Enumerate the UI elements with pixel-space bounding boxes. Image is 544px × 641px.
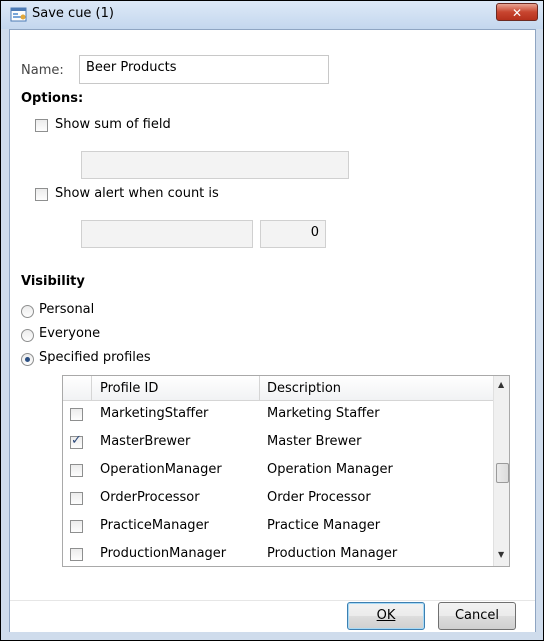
close-button[interactable]: ✕ xyxy=(496,3,538,21)
profile-id: ProductionManager xyxy=(100,546,227,561)
cancel-button-label: Cancel xyxy=(454,608,500,623)
profile-id: MasterBrewer xyxy=(100,434,191,449)
radio-everyone[interactable] xyxy=(21,329,34,342)
profiles-grid: Profile ID Description MarketingStaffer … xyxy=(62,375,510,567)
row-checkbox[interactable]: ✓ xyxy=(70,433,83,449)
dialog-footer: OK Cancel xyxy=(10,600,535,632)
table-row[interactable]: OrderProcessor Order Processor xyxy=(63,484,493,512)
radio-personal[interactable] xyxy=(21,305,34,318)
radio-specified-profiles-label[interactable]: Specified profiles xyxy=(39,350,151,365)
title-bar[interactable]: Save cue (1) ✕ xyxy=(1,1,543,29)
column-separator xyxy=(259,376,260,400)
profile-description: Marketing Staffer xyxy=(267,406,380,421)
show-alert-checkbox[interactable] xyxy=(35,188,48,201)
sum-field-input[interactable] xyxy=(81,151,349,179)
cancel-button[interactable]: Cancel xyxy=(438,602,516,630)
table-row[interactable]: ProductionManager Production Manager xyxy=(63,540,493,566)
row-checkbox[interactable] xyxy=(70,464,83,477)
show-alert-label[interactable]: Show alert when count is xyxy=(55,186,219,201)
show-sum-label[interactable]: Show sum of field xyxy=(55,117,171,132)
table-row[interactable]: OperationManager Operation Manager xyxy=(63,456,493,484)
window-title: Save cue (1) xyxy=(32,6,114,21)
chevron-down-icon[interactable]: ▼ xyxy=(498,550,504,559)
profile-description: Practice Manager xyxy=(267,518,381,533)
form-icon xyxy=(10,7,27,22)
options-heading: Options: xyxy=(21,91,84,106)
chevron-up-icon[interactable]: ▲ xyxy=(498,380,504,389)
row-checkbox[interactable] xyxy=(70,520,83,533)
column-header-description[interactable]: Description xyxy=(267,381,341,396)
name-label: Name: xyxy=(21,63,64,78)
profile-description: Operation Manager xyxy=(267,462,393,477)
column-separator xyxy=(91,376,92,400)
save-cue-dialog: Save cue (1) ✕ Name: Beer Products Optio… xyxy=(0,0,544,641)
ok-button[interactable]: OK xyxy=(347,602,425,630)
check-icon: ✓ xyxy=(71,433,82,448)
profile-description: Master Brewer xyxy=(267,434,362,449)
profile-description: Production Manager xyxy=(267,546,398,561)
row-checkbox[interactable] xyxy=(70,492,83,505)
table-row[interactable]: PracticeManager Practice Manager xyxy=(63,512,493,540)
radio-specified-profiles[interactable] xyxy=(21,353,34,366)
dialog-client-area: Name: Beer Products Options: Show sum of… xyxy=(9,29,536,632)
alert-operator-input[interactable] xyxy=(81,220,253,248)
profile-description: Order Processor xyxy=(267,490,371,505)
profile-id: PracticeManager xyxy=(100,518,209,533)
scrollbar-thumb[interactable] xyxy=(496,463,509,483)
name-value: Beer Products xyxy=(86,60,177,75)
alert-count-value: 0 xyxy=(310,225,319,240)
radio-personal-label[interactable]: Personal xyxy=(39,302,94,317)
grid-header: Profile ID Description xyxy=(63,376,493,401)
grid-scrollbar[interactable]: ▲ ▼ xyxy=(493,376,509,566)
profile-id: OperationManager xyxy=(100,462,222,477)
visibility-heading: Visibility xyxy=(21,274,85,289)
ok-button-label: OK xyxy=(376,608,396,623)
table-row[interactable]: MarketingStaffer Marketing Staffer xyxy=(63,400,493,428)
profile-id: MarketingStaffer xyxy=(100,406,209,421)
radio-everyone-label[interactable]: Everyone xyxy=(39,326,100,341)
profile-id: OrderProcessor xyxy=(100,490,200,505)
row-checkbox[interactable] xyxy=(70,408,83,421)
alert-count-input[interactable]: 0 xyxy=(260,220,326,248)
name-field[interactable]: Beer Products xyxy=(79,55,329,84)
table-row[interactable]: ✓ MasterBrewer Master Brewer xyxy=(63,428,493,456)
show-sum-checkbox[interactable] xyxy=(35,119,48,132)
row-checkbox[interactable] xyxy=(70,548,83,561)
column-header-profile-id[interactable]: Profile ID xyxy=(100,381,158,396)
close-icon: ✕ xyxy=(511,6,523,20)
